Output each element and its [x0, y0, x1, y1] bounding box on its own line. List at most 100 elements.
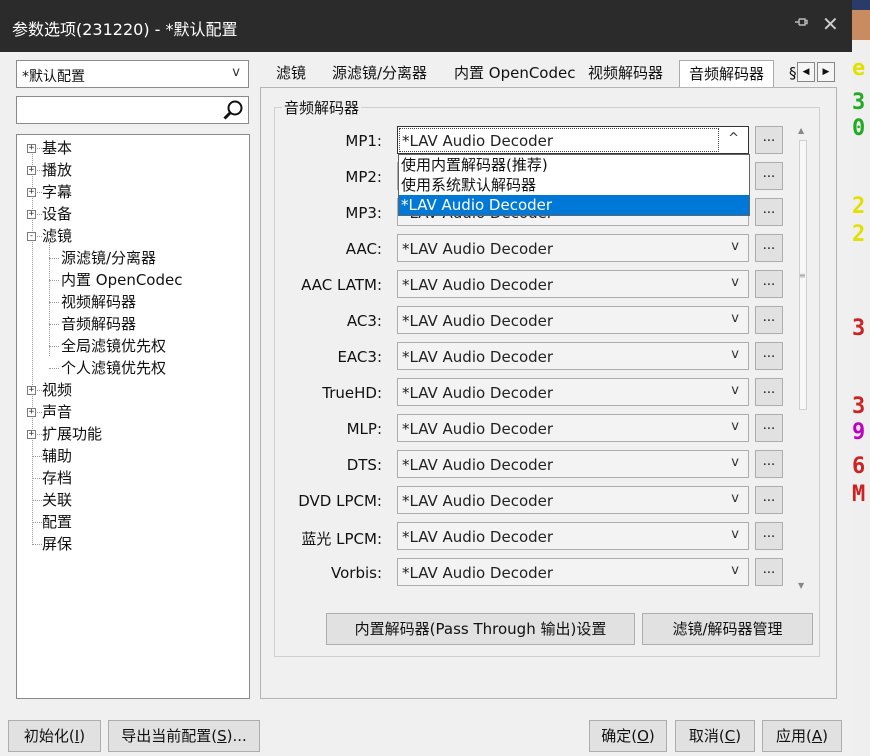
- profile-select[interactable]: *默认配置 v: [16, 60, 249, 88]
- desktop-image-band-top: [852, 0, 870, 10]
- expand-icon[interactable]: +: [27, 166, 36, 175]
- decoder-row-label: 蓝光 LPCM:: [301, 530, 382, 548]
- decoder-options-button[interactable]: ...: [755, 198, 783, 226]
- expand-icon[interactable]: +: [27, 408, 36, 417]
- tab-scroll-right-button[interactable]: ▶: [817, 62, 835, 82]
- tree-item[interactable]: 设备: [42, 204, 72, 224]
- tree-connector-line: [49, 242, 50, 356]
- decoder-options-button[interactable]: ...: [755, 450, 783, 478]
- decoder-select[interactable]: *LAV Audio Decoder v: [397, 522, 749, 550]
- ok-label-end: ): [648, 727, 655, 745]
- export-label: 导出当前配置(: [121, 727, 218, 745]
- expand-icon[interactable]: +: [27, 430, 36, 439]
- decoder-options-button[interactable]: ...: [755, 162, 783, 190]
- tab-4[interactable]: 视频解码器: [588, 60, 663, 88]
- decoder-select-value: *LAV Audio Decoder: [402, 492, 554, 510]
- decoder-options-button[interactable]: ...: [755, 306, 783, 334]
- tab-1[interactable]: 滤镜: [276, 60, 306, 88]
- decoder-options-button[interactable]: ...: [755, 558, 783, 586]
- tab-2[interactable]: 源滤镜/分离器: [332, 60, 427, 88]
- chevron-down-icon: v: [731, 311, 739, 326]
- decoder-select-value: *LAV Audio Decoder: [402, 528, 554, 546]
- export-config-button[interactable]: 导出当前配置(S)...: [108, 720, 260, 752]
- chevron-down-icon: v: [731, 347, 739, 362]
- decoder-row-label: EAC3:: [337, 348, 382, 366]
- tab-scroll-left-button[interactable]: ◀: [797, 62, 815, 82]
- decoder-options-button[interactable]: ...: [755, 414, 783, 442]
- tab-5[interactable]: 音频解码器: [679, 60, 775, 88]
- tree-item[interactable]: 滤镜: [42, 226, 72, 246]
- tab-6[interactable]: §: [789, 60, 797, 88]
- vertical-scrollbar[interactable]: ▲ ≡ ▼: [796, 126, 810, 594]
- tree-item[interactable]: 声音: [42, 402, 72, 422]
- decoder-select[interactable]: *LAV Audio Decoder v: [397, 234, 749, 262]
- decoder-select-value: *LAV Audio Decoder: [402, 564, 554, 582]
- reset-label-end: ): [79, 727, 86, 745]
- decoder-select[interactable]: *LAV Audio Decoder v: [397, 450, 749, 478]
- window-title: 参数选项(231220) - *默认配置: [12, 20, 238, 39]
- reset-button[interactable]: 初始化(I): [8, 720, 101, 752]
- chevron-down-icon: v: [731, 563, 739, 578]
- scroll-down-icon[interactable]: ▼: [798, 581, 804, 590]
- tree-item[interactable]: 视频解码器: [61, 292, 136, 312]
- filter-manager-button[interactable]: 滤镜/解码器管理: [642, 613, 813, 645]
- decoder-select[interactable]: *LAV Audio Decoder v: [397, 378, 749, 406]
- expand-icon[interactable]: +: [27, 210, 36, 219]
- tree-item[interactable]: 音频解码器: [61, 314, 136, 334]
- expand-icon[interactable]: +: [27, 188, 36, 197]
- tree-item[interactable]: 字幕: [42, 182, 72, 202]
- decoder-select[interactable]: *LAV Audio Decoder v: [397, 414, 749, 442]
- tree-item[interactable]: 基本: [42, 138, 72, 158]
- tree-item[interactable]: 配置: [42, 512, 72, 532]
- search-input[interactable]: [16, 96, 249, 124]
- title-bar[interactable]: 参数选项(231220) - *默认配置 ✕: [0, 0, 852, 52]
- tree-item[interactable]: 个人滤镜优先权: [61, 358, 166, 378]
- decoder-options-button[interactable]: ...: [755, 522, 783, 550]
- export-label-end: )...: [226, 727, 247, 745]
- tree-item[interactable]: 播放: [42, 160, 72, 180]
- tree-item[interactable]: 扩展功能: [42, 424, 102, 444]
- expand-icon[interactable]: +: [27, 144, 36, 153]
- ok-button[interactable]: 确定(O): [589, 720, 667, 752]
- decoder-options-button[interactable]: ...: [755, 342, 783, 370]
- decoder-options-button[interactable]: ...: [755, 486, 783, 514]
- tree-item[interactable]: 存档: [42, 468, 72, 488]
- chevron-down-icon: v: [731, 239, 739, 254]
- decoder-options-button[interactable]: ...: [755, 126, 783, 154]
- passthrough-settings-button[interactable]: 内置解码器(Pass Through 输出)设置: [326, 613, 635, 645]
- tree-item[interactable]: 全局滤镜优先权: [61, 336, 166, 356]
- tree-item[interactable]: 辅助: [42, 446, 72, 466]
- dropdown-option[interactable]: 使用内置解码器(推荐): [399, 155, 749, 175]
- decoder-select[interactable]: *LAV Audio Decoder ^: [397, 126, 749, 154]
- tree-item[interactable]: 关联: [42, 490, 72, 510]
- chevron-down-icon: v: [731, 419, 739, 434]
- decoder-options-button[interactable]: ...: [755, 234, 783, 262]
- decoder-select[interactable]: *LAV Audio Decoder v: [397, 342, 749, 370]
- dropdown-option[interactable]: 使用系统默认解码器: [399, 175, 749, 195]
- tree-item[interactable]: 内置 OpenCodec: [61, 270, 182, 290]
- apply-button[interactable]: 应用(A): [762, 720, 842, 752]
- collapse-icon[interactable]: -: [27, 232, 36, 241]
- tree-item[interactable]: 视频: [42, 380, 72, 400]
- tree-item[interactable]: 源滤镜/分离器: [61, 248, 156, 268]
- scroll-up-icon[interactable]: ▲: [798, 126, 804, 135]
- tree-item[interactable]: 屏保: [42, 534, 72, 554]
- expand-icon[interactable]: +: [27, 386, 36, 395]
- decoder-select[interactable]: *LAV Audio Decoder v: [397, 486, 749, 514]
- decoder-select[interactable]: *LAV Audio Decoder v: [397, 558, 749, 586]
- tree-connector-line: [49, 280, 59, 281]
- decoder-select[interactable]: *LAV Audio Decoder v: [397, 270, 749, 298]
- apply-accelerator: A: [811, 727, 823, 745]
- ok-accelerator: O: [637, 727, 649, 745]
- decoder-options-button[interactable]: ...: [755, 270, 783, 298]
- tab-3[interactable]: 内置 OpenCodec: [454, 60, 575, 88]
- pin-icon[interactable]: [793, 14, 809, 34]
- cancel-button[interactable]: 取消(C): [675, 720, 755, 752]
- dropdown-option[interactable]: *LAV Audio Decoder: [399, 195, 749, 215]
- tree-connector-line: [49, 368, 59, 369]
- decoder-select[interactable]: *LAV Audio Decoder v: [397, 306, 749, 334]
- decoder-options-button[interactable]: ...: [755, 378, 783, 406]
- decoder-row-label: DTS:: [346, 456, 382, 474]
- search-icon[interactable]: [222, 99, 244, 121]
- close-icon[interactable]: ✕: [822, 12, 839, 36]
